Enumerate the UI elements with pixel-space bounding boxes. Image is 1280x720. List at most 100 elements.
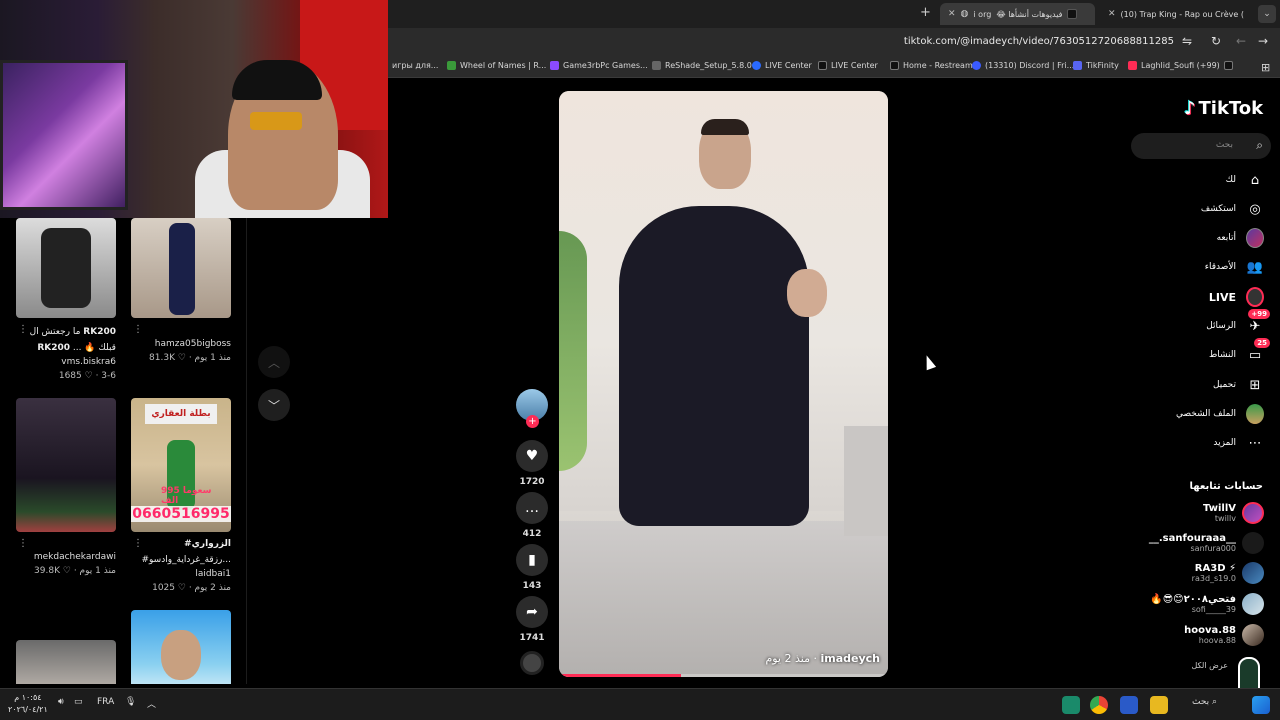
- account-handle: sanfura000: [1190, 544, 1237, 553]
- video-player[interactable]: منذ 2 يوم · imadeych: [559, 91, 888, 677]
- input-language[interactable]: FRA: [97, 697, 114, 707]
- more-options-icon[interactable]: ⋮: [133, 324, 143, 335]
- video-thumbnail[interactable]: [131, 610, 231, 684]
- url-field[interactable]: tiktok.com/@imadeych/video/7630512720688…: [904, 36, 1174, 47]
- video-username[interactable]: mekdachekardawi: [16, 552, 116, 562]
- system-clock[interactable]: ١٠:٥٤ م ٢٠٢٦/٠٤/٢١: [8, 692, 48, 716]
- person-shape: [169, 223, 195, 315]
- profile-video-grid: ⋮ ما رجعتش ال RK200 RK200 ... 🔥 قبلك vms…: [0, 218, 247, 684]
- app-icon[interactable]: [1062, 696, 1080, 714]
- video-thumbnail[interactable]: [131, 218, 231, 318]
- tab-tiktok[interactable]: ✕ ◍ فيديوهات أنشأها 😂 ‮ gro i: [940, 3, 1095, 25]
- tab-trap-king[interactable]: ✕ (10) Trap King - Rap ou Crève (: [1100, 3, 1255, 25]
- title-bold: RK200: [37, 343, 71, 353]
- close-icon[interactable]: ✕: [1108, 9, 1116, 19]
- next-video-button[interactable]: ﹀: [258, 389, 290, 421]
- bookmark[interactable]: Wheel of Names | R...: [447, 61, 546, 70]
- bookmark[interactable]: LIVE Center: [752, 61, 812, 70]
- nav-more[interactable]: المزيد ⋯: [1213, 434, 1264, 452]
- site-settings-icon[interactable]: ⇋: [1182, 34, 1192, 48]
- follow-plus-icon[interactable]: +: [526, 415, 539, 428]
- following-accounts-header: حسابات تتابعها: [1189, 481, 1263, 492]
- more-options-icon[interactable]: ⋮: [18, 538, 28, 549]
- bookmark[interactable]: игры для...: [392, 61, 438, 70]
- store-icon[interactable]: [1120, 696, 1138, 714]
- bookmark[interactable]: ReShade_Setup_5.8.0: [652, 61, 752, 70]
- video-thumbnail[interactable]: بطلة العقاري سعوما 995 الف 0660516995: [131, 398, 231, 532]
- comment-icon[interactable]: …: [516, 492, 548, 524]
- windows-start-icon[interactable]: [1252, 696, 1270, 714]
- nav-upload[interactable]: تحميل ⊞: [1213, 376, 1264, 394]
- bookmark[interactable]: Laghlid_Soufi (+99): [1128, 61, 1233, 70]
- like-count: 81.3K: [149, 353, 175, 363]
- search-icon[interactable]: ⌕: [1256, 138, 1263, 153]
- bookmark[interactable]: LIVE Center: [818, 61, 878, 70]
- friends-icon: 👥: [1246, 259, 1264, 275]
- bookmark[interactable]: Home - Restream: [890, 61, 973, 70]
- video-meta: 1025 ♡ · منذ 2 يوم: [152, 583, 231, 593]
- bookmark[interactable]: (13310) Discord | Fri...: [972, 61, 1074, 70]
- see-all-link[interactable]: عرض الكل: [1191, 661, 1228, 670]
- nav-activity[interactable]: النشاط ▭ 25: [1208, 338, 1270, 364]
- nav-label: النشاط: [1208, 350, 1236, 360]
- account-text: RA3D ⚡ ra3d_s19.0: [1192, 563, 1236, 583]
- chrome-icon[interactable]: [1090, 696, 1108, 714]
- forward-icon[interactable]: ←: [1236, 34, 1246, 48]
- activity-icon: ▭ 25: [1246, 338, 1270, 364]
- video-title[interactable]: #الزرواري #رزقة_غرداية_وادسو...: [131, 536, 231, 568]
- video-title[interactable]: ما رجعتش ال RK200 RK200 ... 🔥 قبلك: [16, 324, 116, 356]
- volume-icon[interactable]: 🔊︎: [58, 697, 64, 707]
- video-progress-bar[interactable]: [559, 674, 888, 677]
- webcam-streamer-glasses: [250, 112, 302, 130]
- share-icon[interactable]: ➦: [516, 596, 548, 628]
- tiktok-logo[interactable]: ♪ TikTok: [1184, 98, 1263, 119]
- taskbar-search[interactable]: بحث ⌕: [1192, 697, 1217, 707]
- nav-live[interactable]: LIVE: [1209, 287, 1264, 307]
- nav-messages[interactable]: الرسائل ✈ +99: [1206, 309, 1270, 335]
- video-username[interactable]: hamza05bigboss: [131, 339, 231, 349]
- account-name: RA3D ⚡: [1194, 563, 1236, 574]
- nav-following[interactable]: أتابعه: [1216, 228, 1264, 248]
- reload-icon[interactable]: ↻: [1211, 34, 1221, 48]
- heart-icon[interactable]: ♥: [516, 440, 548, 472]
- account-text: __.sanfouraaa__ sanfura000: [1149, 533, 1236, 553]
- following-account[interactable]: RA3D ⚡ ra3d_s19.0: [1192, 562, 1264, 584]
- chevron-up-icon[interactable]: ︿: [147, 697, 156, 710]
- new-tab-button[interactable]: +: [920, 5, 931, 20]
- video-thumbnail[interactable]: [16, 218, 116, 318]
- video-username[interactable]: vms.biskra6: [16, 357, 116, 367]
- account-text: 🔥😎😊فتحي٢٠٠٨ sofi_____39: [1150, 594, 1236, 614]
- following-account[interactable]: TwillV twillv: [1203, 502, 1264, 524]
- video-author[interactable]: imadeych: [820, 652, 880, 665]
- clock-date: ٢٠٢٦/٠٤/٢١: [8, 705, 48, 714]
- search-input[interactable]: بحث ⌕: [1131, 133, 1271, 159]
- bookmark[interactable]: TikFinity: [1073, 61, 1119, 70]
- nav-profile[interactable]: الملف الشخصي: [1176, 404, 1264, 424]
- following-account[interactable]: __.sanfouraaa__ sanfura000: [1149, 532, 1264, 554]
- nav-for-you[interactable]: لك ⌂: [1226, 171, 1264, 189]
- following-account[interactable]: hoova.88 hoova.88: [1184, 624, 1264, 646]
- network-icon[interactable]: ▭: [74, 697, 83, 707]
- nav-friends[interactable]: الأصدقاء 👥: [1205, 258, 1264, 276]
- close-icon[interactable]: ✕: [948, 9, 956, 19]
- previous-video-button[interactable]: ︿: [258, 346, 290, 378]
- tiktok-note-icon: ♪: [1184, 98, 1196, 119]
- bookmark-icon[interactable]: ▮: [516, 544, 548, 576]
- music-disc-icon[interactable]: [520, 651, 544, 675]
- apps-grid-icon[interactable]: ⊞: [1261, 61, 1270, 74]
- video-thumbnail[interactable]: [16, 398, 116, 532]
- compass-icon: ◎: [1249, 201, 1261, 217]
- following-account[interactable]: 🔥😎😊فتحي٢٠٠٨ sofi_____39: [1150, 593, 1264, 615]
- thumbnail-sign-text: بطلة العقاري: [145, 404, 217, 424]
- bookmark[interactable]: Game3rbPc Games...: [550, 61, 648, 70]
- tab-search-button[interactable]: ⌄: [1258, 5, 1276, 23]
- microphone-icon[interactable]: 🎙︎: [125, 697, 136, 707]
- nav-label: تحميل: [1212, 380, 1236, 390]
- nav-explore[interactable]: استكشف ◎: [1201, 200, 1264, 218]
- video-thumbnail[interactable]: [16, 640, 116, 684]
- file-explorer-icon[interactable]: [1150, 696, 1168, 714]
- video-username[interactable]: laidbai1: [131, 569, 231, 579]
- nav-label: أتابعه: [1216, 233, 1236, 243]
- like-count: 1685: [58, 371, 82, 381]
- back-icon[interactable]: →: [1258, 34, 1268, 48]
